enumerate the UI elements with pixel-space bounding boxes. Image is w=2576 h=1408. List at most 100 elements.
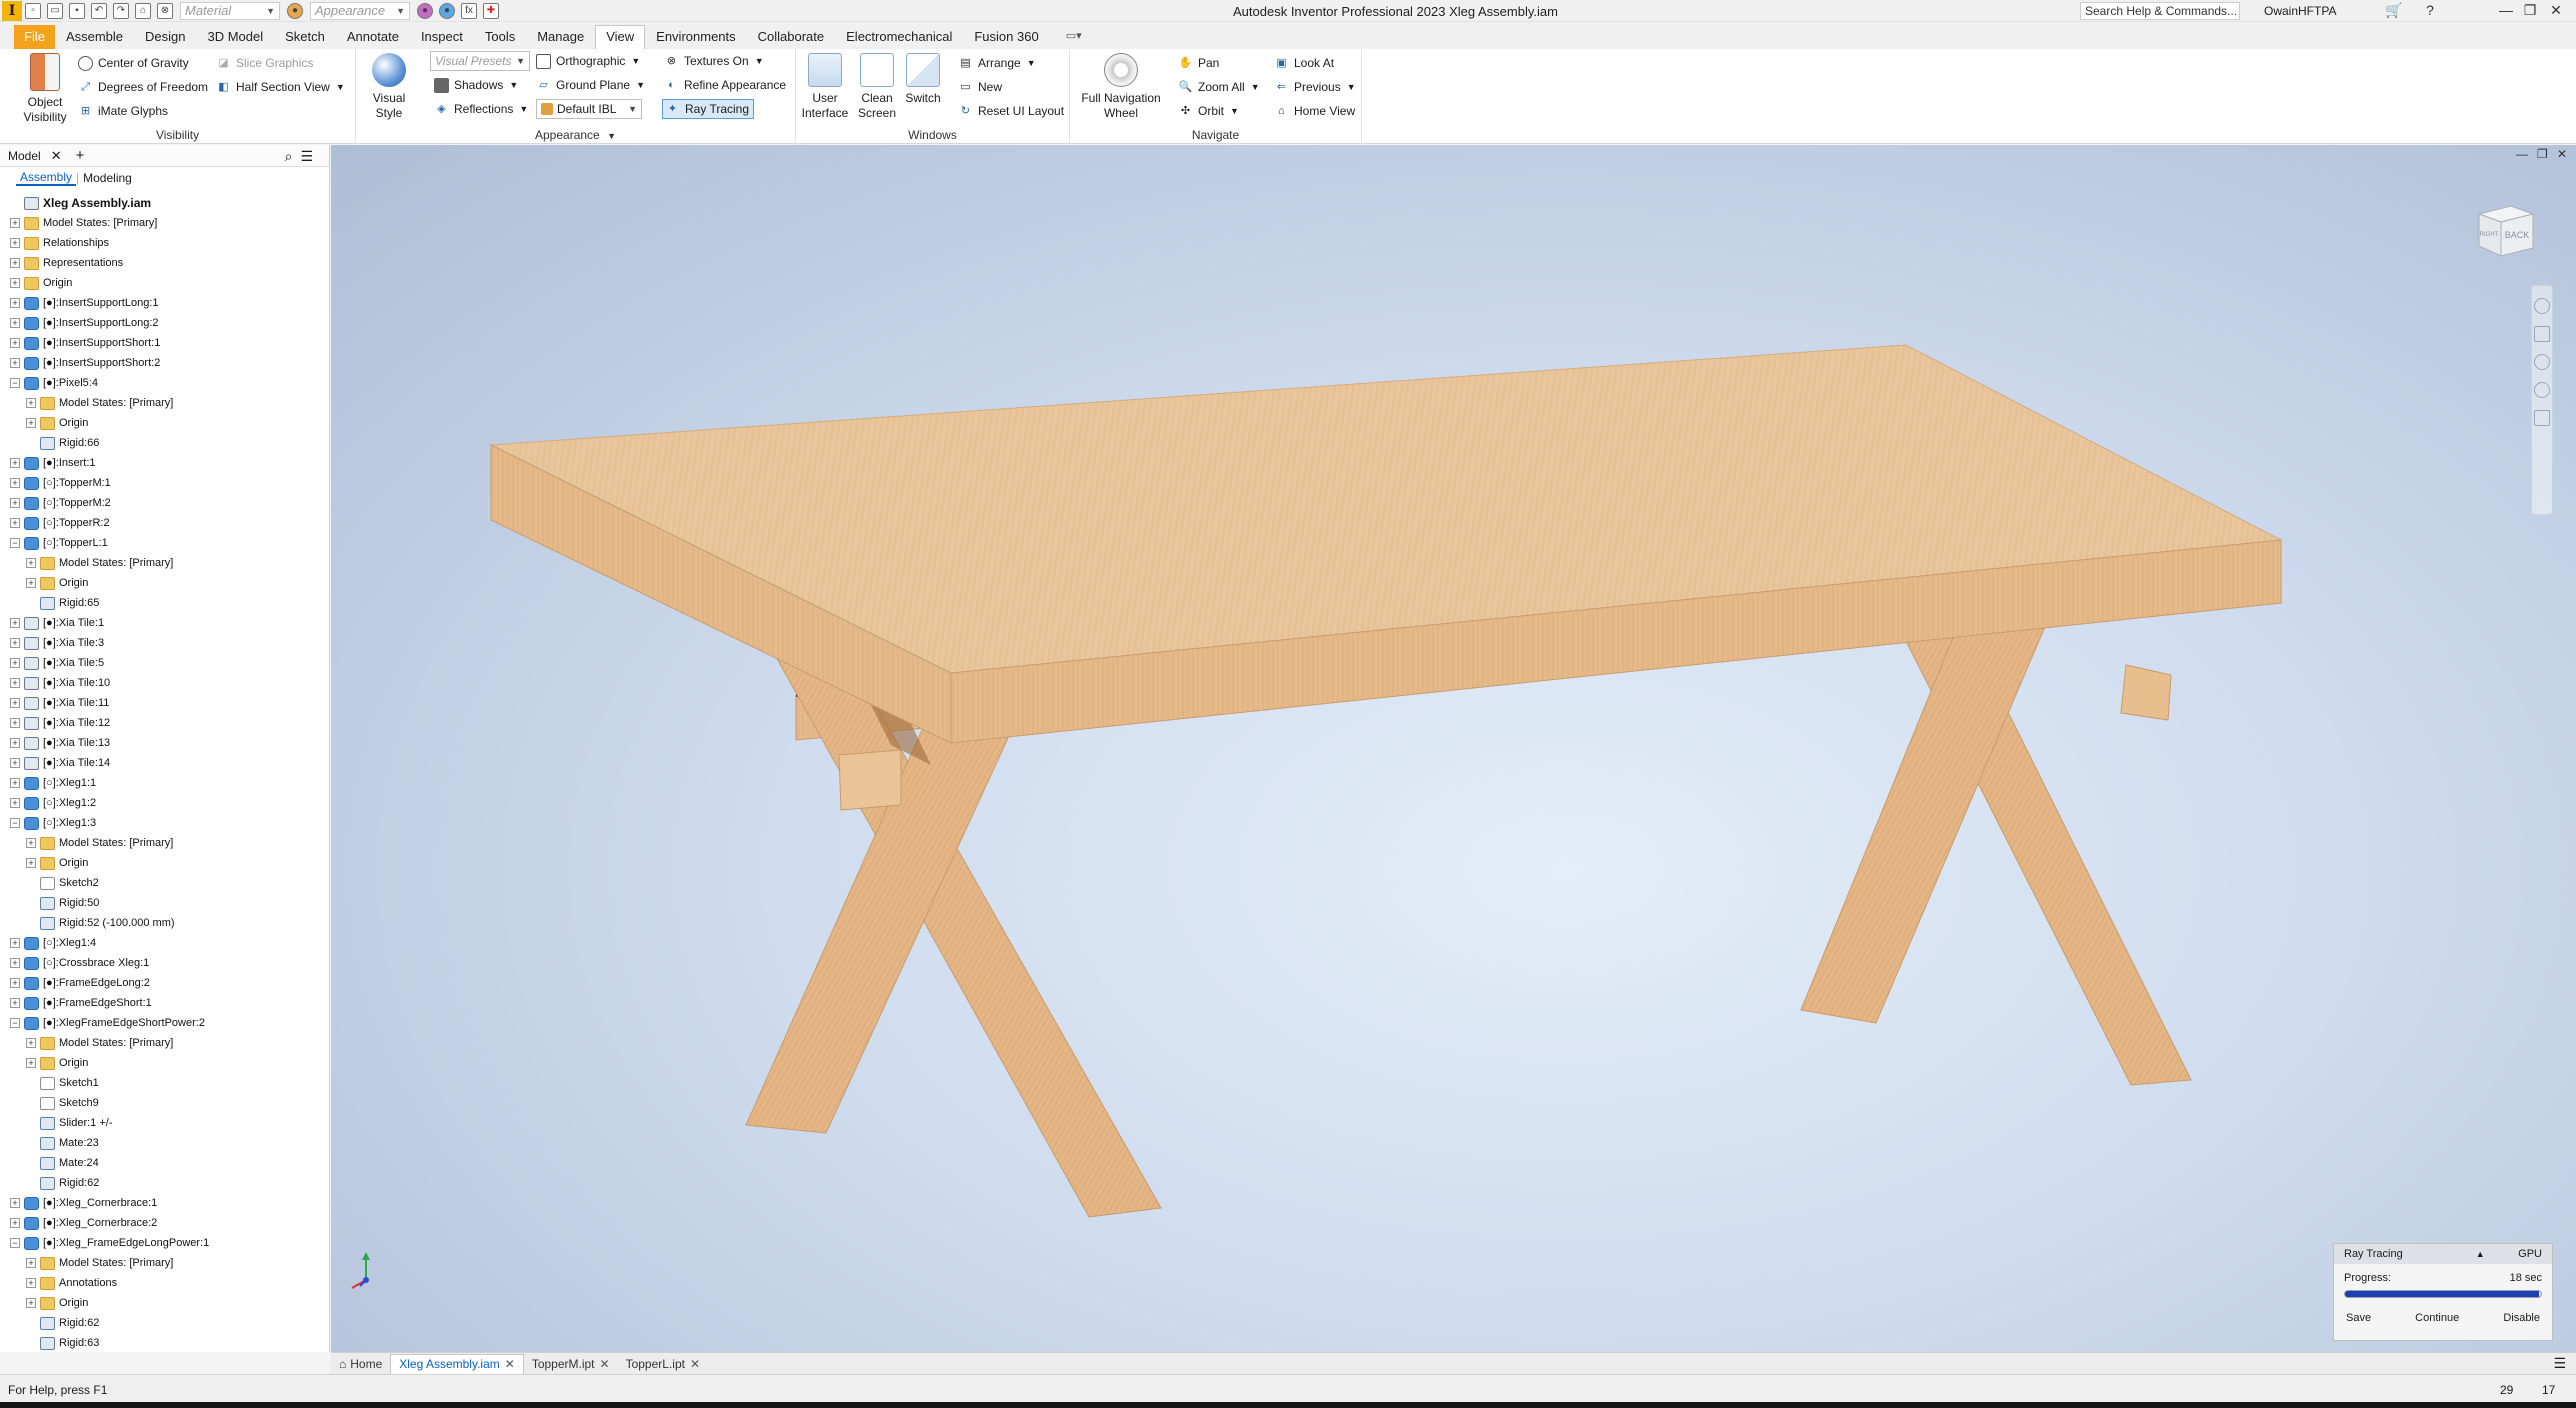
tree-node[interactable]: + Origin [0,573,329,593]
refine-appearance-button[interactable]: ◐ Refine Appearance [664,75,786,95]
tree-node[interactable]: + [●]:Xia Tile:5 [0,653,329,673]
expand-icon[interactable]: + [26,1278,36,1288]
tab-annotate[interactable]: Annotate [336,25,410,49]
tree-node[interactable]: + [●]:Xleg_Cornerbrace:1 [0,1193,329,1213]
tree-node[interactable]: + Annotations [0,1273,329,1293]
tree-node[interactable]: Sketch9 [0,1093,329,1113]
expand-icon[interactable]: + [10,718,20,728]
assembly-tab[interactable]: Assembly [16,170,77,186]
expand-icon[interactable]: + [10,338,20,348]
tree-node[interactable]: Rigid:62 [0,1313,329,1333]
collapse-icon[interactable]: − [10,1018,20,1028]
tree-node[interactable]: + [○]:Xleg1:4 [0,933,329,953]
expand-icon[interactable]: + [10,638,20,648]
tree-node[interactable]: − [○]:TopperL:1 [0,533,329,553]
tree-node[interactable]: + [●]:InsertSupportLong:1 [0,293,329,313]
table-model[interactable] [331,145,2576,1352]
tree-node[interactable]: + Model States: [Primary] [0,213,329,233]
ray-tracing-save-button[interactable]: Save [2346,1312,2371,1324]
browser-title-tab[interactable]: Model [8,149,41,163]
tree-node[interactable]: − [●]:XlegFrameEdgeShortPower:2 [0,1013,329,1033]
tree-node[interactable]: + [○]:TopperM:2 [0,493,329,513]
tree-node[interactable]: + [○]:TopperM:1 [0,473,329,493]
tab-design[interactable]: Design [134,25,196,49]
orbit-icon[interactable] [2534,382,2550,398]
tree-node[interactable]: Rigid:65 [0,593,329,613]
expand-icon[interactable]: + [10,218,20,228]
close-tab-icon[interactable]: ✕ [690,1354,700,1374]
expand-icon[interactable]: + [10,1218,20,1228]
expand-icon[interactable]: + [10,358,20,368]
object-visibility-button[interactable]: Object Visibility [14,53,76,125]
degrees-of-freedom-button[interactable]: ⤢ Degrees of Freedom [78,77,208,97]
tree-node[interactable]: + Model States: [Primary] [0,1253,329,1273]
tree-node[interactable]: + [●]:Xia Tile:14 [0,753,329,773]
expand-icon[interactable]: + [10,238,20,248]
expand-icon[interactable]: + [26,558,36,568]
expand-icon[interactable]: + [10,798,20,808]
expand-icon[interactable]: + [26,1298,36,1308]
reflections-button[interactable]: ◈ Reflections ▼ [434,99,528,119]
tab-file[interactable]: File [14,25,55,49]
expand-icon[interactable]: + [10,278,20,288]
tab-overflow-icon[interactable]: ▭▾ [1066,25,1082,49]
tree-node[interactable]: + [○]:Crossbrace Xleg:1 [0,953,329,973]
expand-icon[interactable]: + [10,958,20,968]
switch-window-button[interactable]: Switch [900,53,946,106]
tree-node[interactable]: + [○]:Xleg1:2 [0,793,329,813]
expand-icon[interactable]: + [26,1058,36,1068]
tab-environments[interactable]: Environments [645,25,746,49]
imate-glyphs-button[interactable]: ⊞ iMate Glyphs [78,101,168,121]
tree-node[interactable]: + Representations [0,253,329,273]
tree-node[interactable]: + Origin [0,273,329,293]
expand-icon[interactable]: + [10,318,20,328]
new-window-button[interactable]: ▭ New [958,77,1002,97]
clean-screen-button[interactable]: Clean Screen [852,53,902,121]
redo-icon[interactable]: ↷ [113,2,129,19]
tree-node[interactable]: + [●]:InsertSupportShort:1 [0,333,329,353]
expand-icon[interactable]: + [10,518,20,528]
expand-icon[interactable]: + [10,678,20,688]
reset-ui-layout-button[interactable]: ↻ Reset UI Layout [958,101,1064,121]
clear-appearance-icon[interactable]: ● [439,2,455,19]
tree-node[interactable]: + [●]:FrameEdgeShort:1 [0,993,329,1013]
close-icon[interactable]: ✕ [2546,2,2566,19]
add-icon[interactable]: ✚ [483,2,499,19]
zoom-all-button[interactable]: 🔍 Zoom All ▼ [1178,77,1260,97]
visual-presets-combo[interactable]: Visual Presets ▼ [430,51,530,71]
tree-node[interactable]: + Origin [0,1053,329,1073]
steering-wheel-icon[interactable] [2534,298,2550,314]
document-tab[interactable]: Xleg Assembly.iam ✕ [390,1353,524,1374]
tree-node[interactable]: Xleg Assembly.iam [0,193,329,213]
tab-assemble[interactable]: Assemble [55,25,134,49]
search-icon[interactable]: ⌕ [285,148,301,164]
tree-node[interactable]: Slider:1 +/- [0,1113,329,1133]
tree-node[interactable]: + Origin [0,413,329,433]
tab-3d-model[interactable]: 3D Model [197,25,275,49]
expand-icon[interactable]: + [10,698,20,708]
expand-icon[interactable]: + [10,258,20,268]
view-cube[interactable]: BACK RIGHT [2471,200,2541,262]
graphics-viewport[interactable]: — ❐ ✕ BACK RIGHT Ray Tracing ▲ GPU Progr… [331,145,2576,1352]
ray-tracing-button[interactable]: ✦ Ray Tracing [662,99,755,119]
expand-icon[interactable]: + [10,498,20,508]
expand-icon[interactable]: + [10,658,20,668]
tree-node[interactable]: + [●]:Xia Tile:10 [0,673,329,693]
look-at-button[interactable]: ▣ Look At [1274,53,1334,73]
tree-node[interactable]: Mate:23 [0,1133,329,1153]
tree-node[interactable]: + [○]:Xleg1:1 [0,773,329,793]
expand-icon[interactable]: + [10,618,20,628]
minimize-icon[interactable]: — [2496,2,2516,18]
pan-button[interactable]: ✋ Pan [1178,53,1220,73]
tree-node[interactable]: + Model States: [Primary] [0,1033,329,1053]
collapse-icon[interactable]: ▲ [2476,1249,2485,1259]
tab-inspect[interactable]: Inspect [410,25,474,49]
tab-electromechanical[interactable]: Electromechanical [835,25,963,49]
tree-node[interactable]: + Model States: [Primary] [0,553,329,573]
tree-node[interactable]: + [●]:Xia Tile:12 [0,713,329,733]
collapse-icon[interactable]: − [10,378,20,388]
tree-node[interactable]: + [●]:Xia Tile:13 [0,733,329,753]
document-tab[interactable]: TopperM.ipt ✕ [524,1354,618,1374]
expand-icon[interactable]: + [10,738,20,748]
collapse-icon[interactable]: − [10,538,20,548]
